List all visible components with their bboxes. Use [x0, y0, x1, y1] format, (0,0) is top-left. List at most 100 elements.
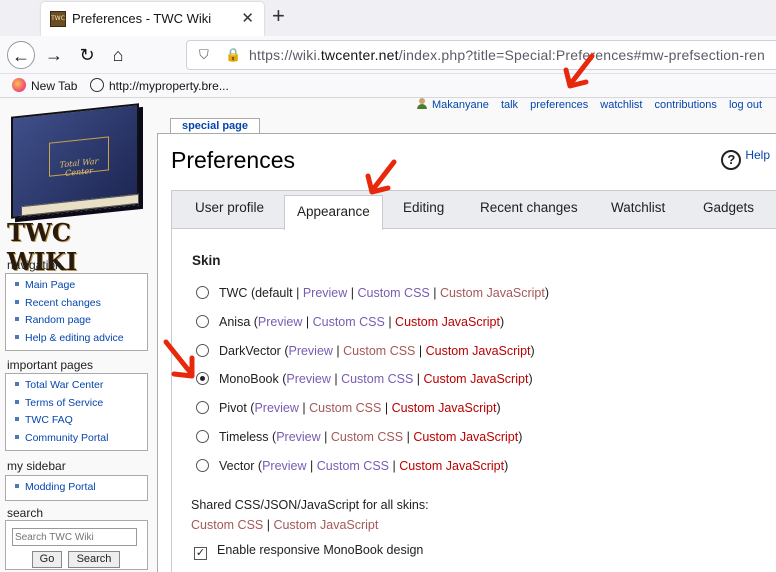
url-text[interactable]: https://wiki.twcenter.net/index.php?titl… [249, 47, 765, 63]
tab-appearance[interactable]: Appearance [284, 195, 383, 230]
go-button[interactable]: Go [32, 551, 62, 568]
my-sidebar-portlet: Modding Portal [5, 475, 148, 501]
vector-js-link[interactable]: Custom JavaScript [399, 459, 504, 473]
tab-user-profile[interactable]: User profile [195, 200, 264, 215]
skin-option-timeless: Timeless (Preview | Custom CSS | Custom … [196, 430, 522, 444]
anisa-css-link[interactable]: Custom CSS [313, 315, 385, 329]
skin-option-twc: TWC (default | Preview | Custom CSS | Cu… [196, 286, 549, 300]
nav-recent-changes[interactable]: Recent changes [15, 295, 147, 313]
preferences-link[interactable]: preferences [530, 99, 588, 111]
link-community-portal[interactable]: Community Portal [15, 430, 147, 448]
pivot-js-link[interactable]: Custom JavaScript [392, 401, 497, 415]
important-pages-portlet: Total War Center Terms of Service TWC FA… [5, 373, 148, 451]
timeless-preview-link[interactable]: Preview [276, 430, 320, 444]
address-bar[interactable]: ⛉ 🔒 https://wiki.twcenter.net/index.php?… [186, 40, 776, 70]
new-tab-icon[interactable]: + [272, 3, 285, 29]
tab-title: Preferences - TWC Wiki [72, 11, 212, 26]
navigation-title: navigation [7, 258, 62, 272]
shield-icon[interactable]: ⛉ [199, 47, 209, 63]
tab-recent-changes[interactable]: Recent changes [480, 200, 578, 215]
firefox-icon [12, 78, 26, 92]
contributions-link[interactable]: contributions [655, 99, 717, 111]
nav-random-page[interactable]: Random page [15, 312, 147, 330]
watchlist-link[interactable]: watchlist [600, 99, 642, 111]
help-link[interactable]: ? Help [721, 148, 770, 170]
tab-favicon: TWC [50, 11, 66, 27]
browser-tab[interactable]: TWC Preferences - TWC Wiki ✕ [41, 2, 264, 36]
tab-bar: TWC Preferences - TWC Wiki ✕ + [0, 0, 776, 36]
shared-js-link[interactable]: Custom JavaScript [273, 518, 378, 532]
content-area: Preferences ? Help User profile Appearanc… [157, 133, 776, 572]
lock-icon[interactable]: 🔒 [225, 47, 241, 63]
site-logo[interactable]: Total War Center TWC WIKI [3, 103, 147, 276]
tab-watchlist[interactable]: Watchlist [611, 200, 665, 215]
link-total-war-center[interactable]: Total War Center [15, 377, 147, 395]
pivot-css-link[interactable]: Custom CSS [309, 401, 381, 415]
responsive-option: ✓ Enable responsive MonoBook design [194, 543, 423, 560]
vector-css-link[interactable]: Custom CSS [317, 459, 389, 473]
reload-button[interactable]: ↻ [73, 41, 101, 69]
monobook-preview-link[interactable]: Preview [286, 372, 330, 386]
annotation-arrow-preferences [563, 53, 595, 89]
monobook-css-link[interactable]: Custom CSS [341, 372, 413, 386]
important-pages-title: important pages [7, 358, 94, 372]
skin-radio-anisa[interactable] [196, 315, 209, 328]
skin-option-vector: Vector (Preview | Custom CSS | Custom Ja… [196, 459, 508, 473]
talk-link[interactable]: talk [501, 99, 518, 111]
search-button[interactable]: Search [68, 551, 120, 568]
nav-main-page[interactable]: Main Page [15, 277, 147, 295]
user-icon [417, 98, 427, 109]
vector-preview-link[interactable]: Preview [262, 459, 306, 473]
link-twc-faq[interactable]: TWC FAQ [15, 412, 147, 430]
tab-editing[interactable]: Editing [403, 200, 444, 215]
responsive-checkbox[interactable]: ✓ [194, 547, 207, 560]
darkvector-preview-link[interactable]: Preview [288, 344, 332, 358]
tab-gadgets[interactable]: Gadgets [703, 200, 754, 215]
anisa-preview-link[interactable]: Preview [258, 315, 302, 329]
skin-radio-vector[interactable] [196, 459, 209, 472]
monobook-js-link[interactable]: Custom JavaScript [424, 372, 529, 386]
timeless-css-link[interactable]: Custom CSS [331, 430, 403, 444]
pivot-preview-link[interactable]: Preview [254, 401, 298, 415]
shared-css-link[interactable]: Custom CSS [191, 518, 263, 532]
search-input[interactable] [12, 528, 137, 546]
skin-radio-twc[interactable] [196, 286, 209, 299]
skin-option-darkvector: DarkVector (Preview | Custom CSS | Custo… [196, 344, 535, 358]
twc-js-link[interactable]: Custom JavaScript [440, 286, 545, 300]
forward-button[interactable]: → [40, 41, 68, 69]
link-modding-portal[interactable]: Modding Portal [15, 479, 147, 497]
home-button[interactable]: ⌂ [104, 41, 132, 69]
back-button[interactable]: ← [7, 41, 35, 69]
logout-link[interactable]: log out [729, 99, 762, 111]
skin-section-title: Skin [192, 253, 221, 268]
skin-radio-pivot[interactable] [196, 401, 209, 414]
page-title: Preferences [171, 147, 296, 173]
shared-css-section: Shared CSS/JSON/JavaScript for all skins… [191, 495, 429, 535]
bookmark-myproperty[interactable]: http://myproperty.bre... [90, 78, 229, 93]
twc-preview-link[interactable]: Preview [303, 286, 347, 300]
special-page-tab[interactable]: special page [170, 118, 260, 134]
close-tab-icon[interactable]: ✕ [241, 9, 254, 27]
timeless-js-link[interactable]: Custom JavaScript [413, 430, 518, 444]
annotation-arrow-appearance [365, 159, 397, 195]
bookmarks-bar: New Tab http://myproperty.bre... [0, 74, 776, 98]
my-sidebar-title: my sidebar [7, 459, 66, 473]
nav-help[interactable]: Help & editing advice [15, 330, 147, 348]
globe-icon [90, 78, 104, 92]
anisa-js-link[interactable]: Custom JavaScript [395, 315, 500, 329]
darkvector-js-link[interactable]: Custom JavaScript [426, 344, 531, 358]
user-link[interactable]: Makanyane [432, 99, 489, 111]
preferences-tabs: User profile Appearance Editing Recent c… [172, 191, 776, 230]
twc-css-link[interactable]: Custom CSS [358, 286, 430, 300]
link-terms-of-service[interactable]: Terms of Service [15, 395, 147, 413]
navigation-toolbar: ← → ↻ ⌂ ⛉ 🔒 https://wiki.twcenter.net/in… [0, 36, 776, 74]
skin-option-pivot: Pivot (Preview | Custom CSS | Custom Jav… [196, 401, 501, 415]
skin-option-monobook: MonoBook (Preview | Custom CSS | Custom … [196, 372, 533, 386]
search-title: search [7, 506, 44, 520]
personal-links: Makanyane talk preferences watchlist con… [417, 98, 762, 111]
shared-css-label: Shared CSS/JSON/JavaScript for all skins… [191, 498, 429, 512]
darkvector-css-link[interactable]: Custom CSS [343, 344, 415, 358]
skin-radio-timeless[interactable] [196, 430, 209, 443]
annotation-arrow-monobook [163, 339, 195, 379]
bookmark-new-tab[interactable]: New Tab [12, 78, 77, 93]
